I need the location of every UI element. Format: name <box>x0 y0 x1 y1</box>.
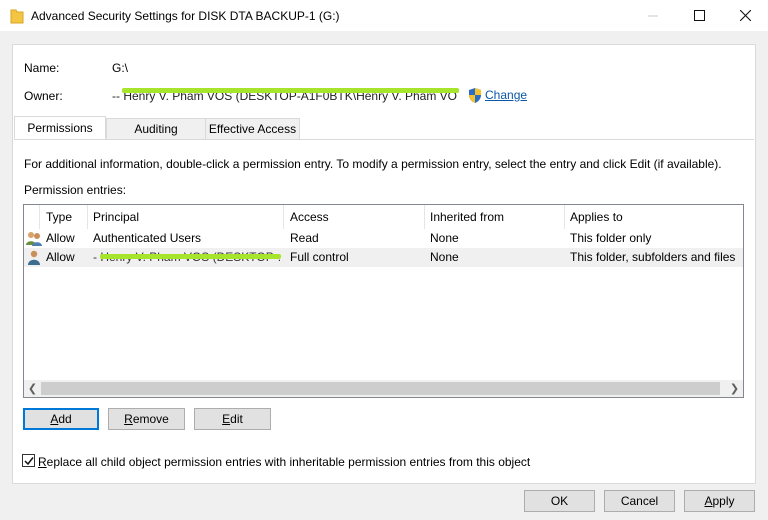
owner-label: Owner: <box>24 89 63 103</box>
ok-button[interactable]: OK <box>524 490 595 512</box>
column-header-principal[interactable]: Principal <box>87 205 283 229</box>
column-header-type[interactable]: Type <box>40 205 92 229</box>
name-value: G:\ <box>112 61 129 75</box>
name-label: Name: <box>24 61 60 75</box>
row-applies-to: This folder, subfolders and files <box>570 250 736 264</box>
replace-child-permissions-label[interactable]: Replace all child object permission entr… <box>38 455 530 469</box>
scroll-thumb[interactable] <box>41 382 720 395</box>
minimize-button[interactable] <box>630 0 676 31</box>
add-accel: A <box>50 412 59 426</box>
replace-child-permissions-checkbox[interactable] <box>22 454 35 467</box>
row-applies-to: This folder only <box>570 231 652 245</box>
apply-button[interactable]: Apply <box>684 490 755 512</box>
edit-accel: E <box>222 412 231 426</box>
horizontal-scrollbar[interactable]: ❮ ❯ <box>24 380 743 397</box>
scroll-left-arrow[interactable]: ❮ <box>24 380 41 397</box>
info-text: For additional information, double-click… <box>24 157 722 171</box>
apply-accel: A <box>704 494 713 508</box>
remove-accel: R <box>124 412 133 426</box>
uac-shield-icon <box>469 88 481 103</box>
apply-label: pply <box>712 494 735 508</box>
redaction-mark <box>100 254 281 259</box>
edit-button[interactable]: Edit <box>194 408 271 430</box>
replace-text: eplace all child object permission entri… <box>46 455 531 469</box>
tab-divider <box>14 139 754 140</box>
entries-label: Permission entries: <box>24 183 127 197</box>
minimize-icon <box>648 15 658 16</box>
remove-label: emove <box>132 412 169 426</box>
maximize-icon <box>693 10 705 21</box>
tab-effective-access[interactable]: Effective Access <box>205 118 300 140</box>
row-type: Allow <box>46 250 75 264</box>
replace-accel: R <box>38 455 47 469</box>
permission-row[interactable]: Allow Authenticated Users Read None This… <box>24 229 743 248</box>
column-header-applies-to[interactable]: Applies to <box>564 205 743 229</box>
column-header-inherited-from[interactable]: Inherited from <box>424 205 564 229</box>
permission-entries-list[interactable]: Type Principal Access Inherited from App… <box>23 204 744 398</box>
tab-permissions[interactable]: Permissions <box>14 116 106 139</box>
column-header-access[interactable]: Access <box>284 205 424 229</box>
edit-label: dit <box>230 412 243 426</box>
redaction-mark <box>122 88 459 93</box>
checkmark-icon <box>23 456 34 465</box>
row-principal: Authenticated Users <box>93 231 202 245</box>
folder-icon <box>10 9 24 24</box>
cancel-button[interactable]: Cancel <box>604 490 675 512</box>
add-button[interactable]: Add <box>23 408 99 430</box>
window-title: Advanced Security Settings for DISK DTA … <box>31 9 340 23</box>
remove-button[interactable]: Remove <box>108 408 185 430</box>
row-access: Read <box>290 231 319 245</box>
maximize-button[interactable] <box>676 0 722 31</box>
column-separator <box>39 205 40 229</box>
user-icon <box>28 250 40 265</box>
change-owner-link[interactable]: Change <box>485 88 527 102</box>
row-access: Full control <box>290 250 349 264</box>
permission-row[interactable]: Allow - Henry V. Pham VOS (DESKTOP-... F… <box>24 248 743 267</box>
users-group-icon <box>26 232 42 246</box>
scroll-right-arrow[interactable]: ❯ <box>726 380 743 397</box>
title-bar: Advanced Security Settings for DISK DTA … <box>0 0 768 31</box>
close-icon <box>739 10 751 21</box>
row-inherited-from: None <box>430 231 459 245</box>
close-button[interactable] <box>722 0 768 31</box>
row-type: Allow <box>46 231 75 245</box>
add-label: dd <box>58 412 72 426</box>
row-inherited-from: None <box>430 250 459 264</box>
tab-auditing[interactable]: Auditing <box>106 118 206 140</box>
